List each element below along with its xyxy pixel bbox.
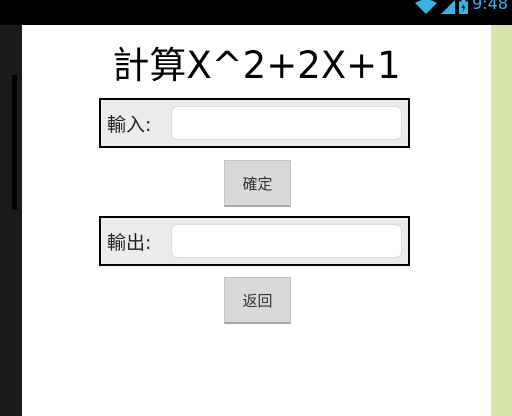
- device-side-button: [12, 75, 17, 210]
- output-label: 輸出:: [107, 231, 152, 254]
- confirm-button[interactable]: 確定: [224, 160, 291, 207]
- output-row: 輸出:: [99, 216, 410, 266]
- device-frame-left: [0, 0, 22, 416]
- emulator-side-panel: [491, 25, 512, 416]
- input-label: 輸入:: [107, 113, 152, 136]
- status-icons: 9:48: [415, 0, 508, 14]
- wifi-icon: [415, 0, 438, 14]
- battery-charging-icon: [459, 0, 469, 14]
- status-clock: 9:48: [472, 0, 508, 13]
- app-screen: 計算X^2+2X+1 輸入: 確定 輸出: 返回: [22, 25, 491, 416]
- back-button[interactable]: 返回: [224, 277, 291, 324]
- input-row: 輸入:: [99, 98, 410, 148]
- status-bar: 9:48: [0, 0, 512, 25]
- output-field[interactable]: [171, 224, 402, 258]
- input-field[interactable]: [171, 106, 402, 140]
- page-title: 計算X^2+2X+1: [112, 44, 401, 87]
- signal-icon: [441, 0, 456, 14]
